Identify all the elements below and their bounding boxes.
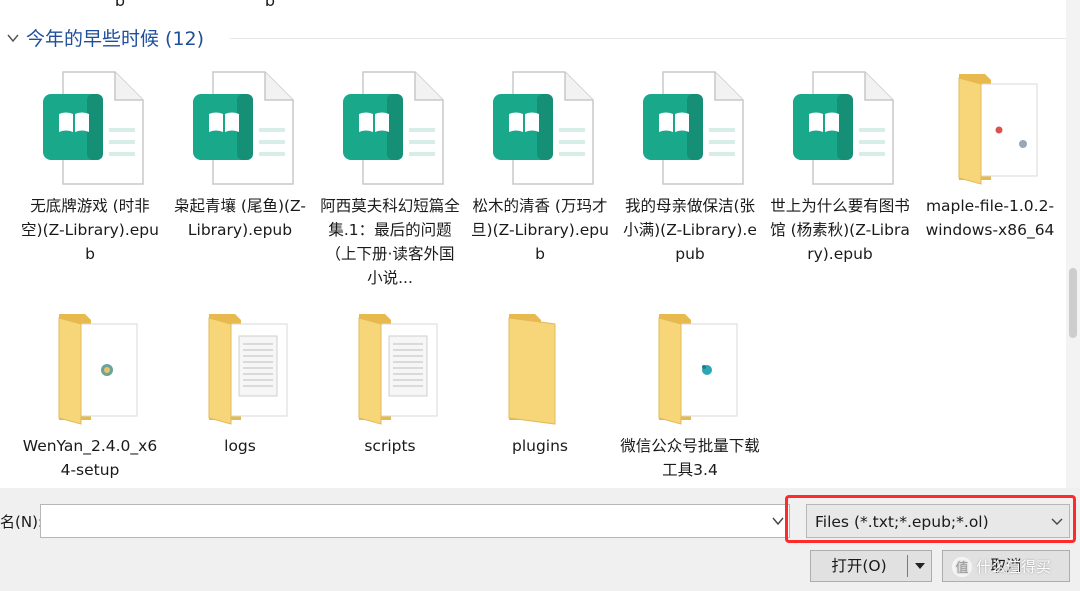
- file-name: 枭起青壤 (尾鱼)(Z-Library).epub: [173, 197, 306, 239]
- file-name: 我的母亲做保洁(张小满)(Z-Library).epub: [623, 197, 757, 263]
- folder-with-file-icon: [58, 314, 138, 425]
- watermark-logo-icon: 值: [952, 556, 972, 577]
- file-item[interactable]: 微信公众号批量下载工具3.4: [620, 308, 760, 482]
- file-name: WenYan_2.4.0_x64-setup: [22, 437, 158, 479]
- file-name: 阿西莫夫科幻短篇全集.1：最后的问题（上下册·读客外国小说...: [320, 197, 460, 287]
- epub-file-icon: [793, 71, 894, 185]
- epub-file-icon: [193, 71, 294, 185]
- file-name: 松木的清香 (万玛才旦)(Z-Library).epub: [471, 197, 609, 263]
- file-item[interactable]: 世上为什么要有图书馆 (杨素秋)(Z-Library).epub: [770, 68, 910, 266]
- epub-file-icon: [43, 71, 144, 185]
- folder-icon: [508, 314, 556, 425]
- previous-group-filename-fragment[interactable]: b: [80, 0, 160, 10]
- group-header[interactable]: 今年的早些时候 (12): [0, 26, 1066, 52]
- file-item[interactable]: 我的母亲做保洁(张小满)(Z-Library).epub: [620, 68, 760, 266]
- folder-with-docs-icon: [358, 314, 438, 425]
- watermark: 值 什么值得买: [952, 556, 1051, 577]
- file-item[interactable]: logs: [170, 308, 310, 458]
- epub-file-icon: [493, 71, 594, 185]
- watermark-text: 什么值得买: [976, 558, 1052, 576]
- folder-with-file-icon: [958, 74, 1038, 185]
- group-title: 今年的早些时候 (12): [26, 28, 205, 50]
- file-item[interactable]: 无底牌游戏 (时非空)(Z-Library).epub: [20, 68, 160, 266]
- filename-label: 名(N):: [0, 513, 43, 531]
- file-name: 世上为什么要有图书馆 (杨素秋)(Z-Library).epub: [770, 197, 910, 263]
- caret-down-icon[interactable]: [913, 559, 927, 573]
- file-item[interactable]: 枭起青壤 (尾鱼)(Z-Library).epub: [170, 68, 310, 242]
- highlight-annotation: [785, 495, 1076, 543]
- group-divider: [230, 38, 1066, 39]
- file-name: 无底牌游戏 (时非空)(Z-Library).epub: [21, 197, 159, 263]
- chevron-down-icon[interactable]: [6, 31, 20, 45]
- file-item[interactable]: 松木的清香 (万玛才旦)(Z-Library).epub: [470, 68, 610, 266]
- file-name: scripts: [364, 437, 416, 455]
- file-list-view: b b 今年的早些时候 (12) 无底牌游戏 (时非空)(Z-Library).…: [0, 0, 1066, 488]
- epub-file-icon: [643, 71, 744, 185]
- file-item[interactable]: scripts: [320, 308, 460, 458]
- file-name: 微信公众号批量下载工具3.4: [620, 437, 760, 479]
- open-button-label: 打开(O): [831, 557, 887, 575]
- file-item[interactable]: maple-file-1.0.2-windows-x86_64: [920, 68, 1060, 242]
- scrollbar-thumb[interactable]: [1069, 268, 1077, 338]
- folder-with-docs-icon: [208, 314, 288, 425]
- filename-input[interactable]: [40, 504, 790, 538]
- split-button-divider: [907, 555, 908, 577]
- previous-group-filename-fragment[interactable]: b: [230, 0, 310, 10]
- open-button[interactable]: 打开(O): [810, 550, 932, 582]
- file-name: logs: [224, 437, 256, 455]
- file-item[interactable]: 阿西莫夫科幻短篇全集.1：最后的问题（上下册·读客外国小说...: [320, 68, 460, 290]
- file-item[interactable]: plugins: [470, 308, 610, 458]
- file-name: plugins: [511, 437, 568, 455]
- file-item[interactable]: WenYan_2.4.0_x64-setup: [20, 308, 160, 482]
- dialog-bottom-bar: 名(N): Files (*.txt;*.epub;*.ol) 打开(O) 取消: [0, 488, 1080, 591]
- vertical-scrollbar[interactable]: [1066, 0, 1080, 488]
- epub-file-icon: [343, 71, 444, 185]
- file-name: maple-file-1.0.2-windows-x86_64: [925, 197, 1055, 239]
- folder-with-file-icon: [658, 314, 738, 425]
